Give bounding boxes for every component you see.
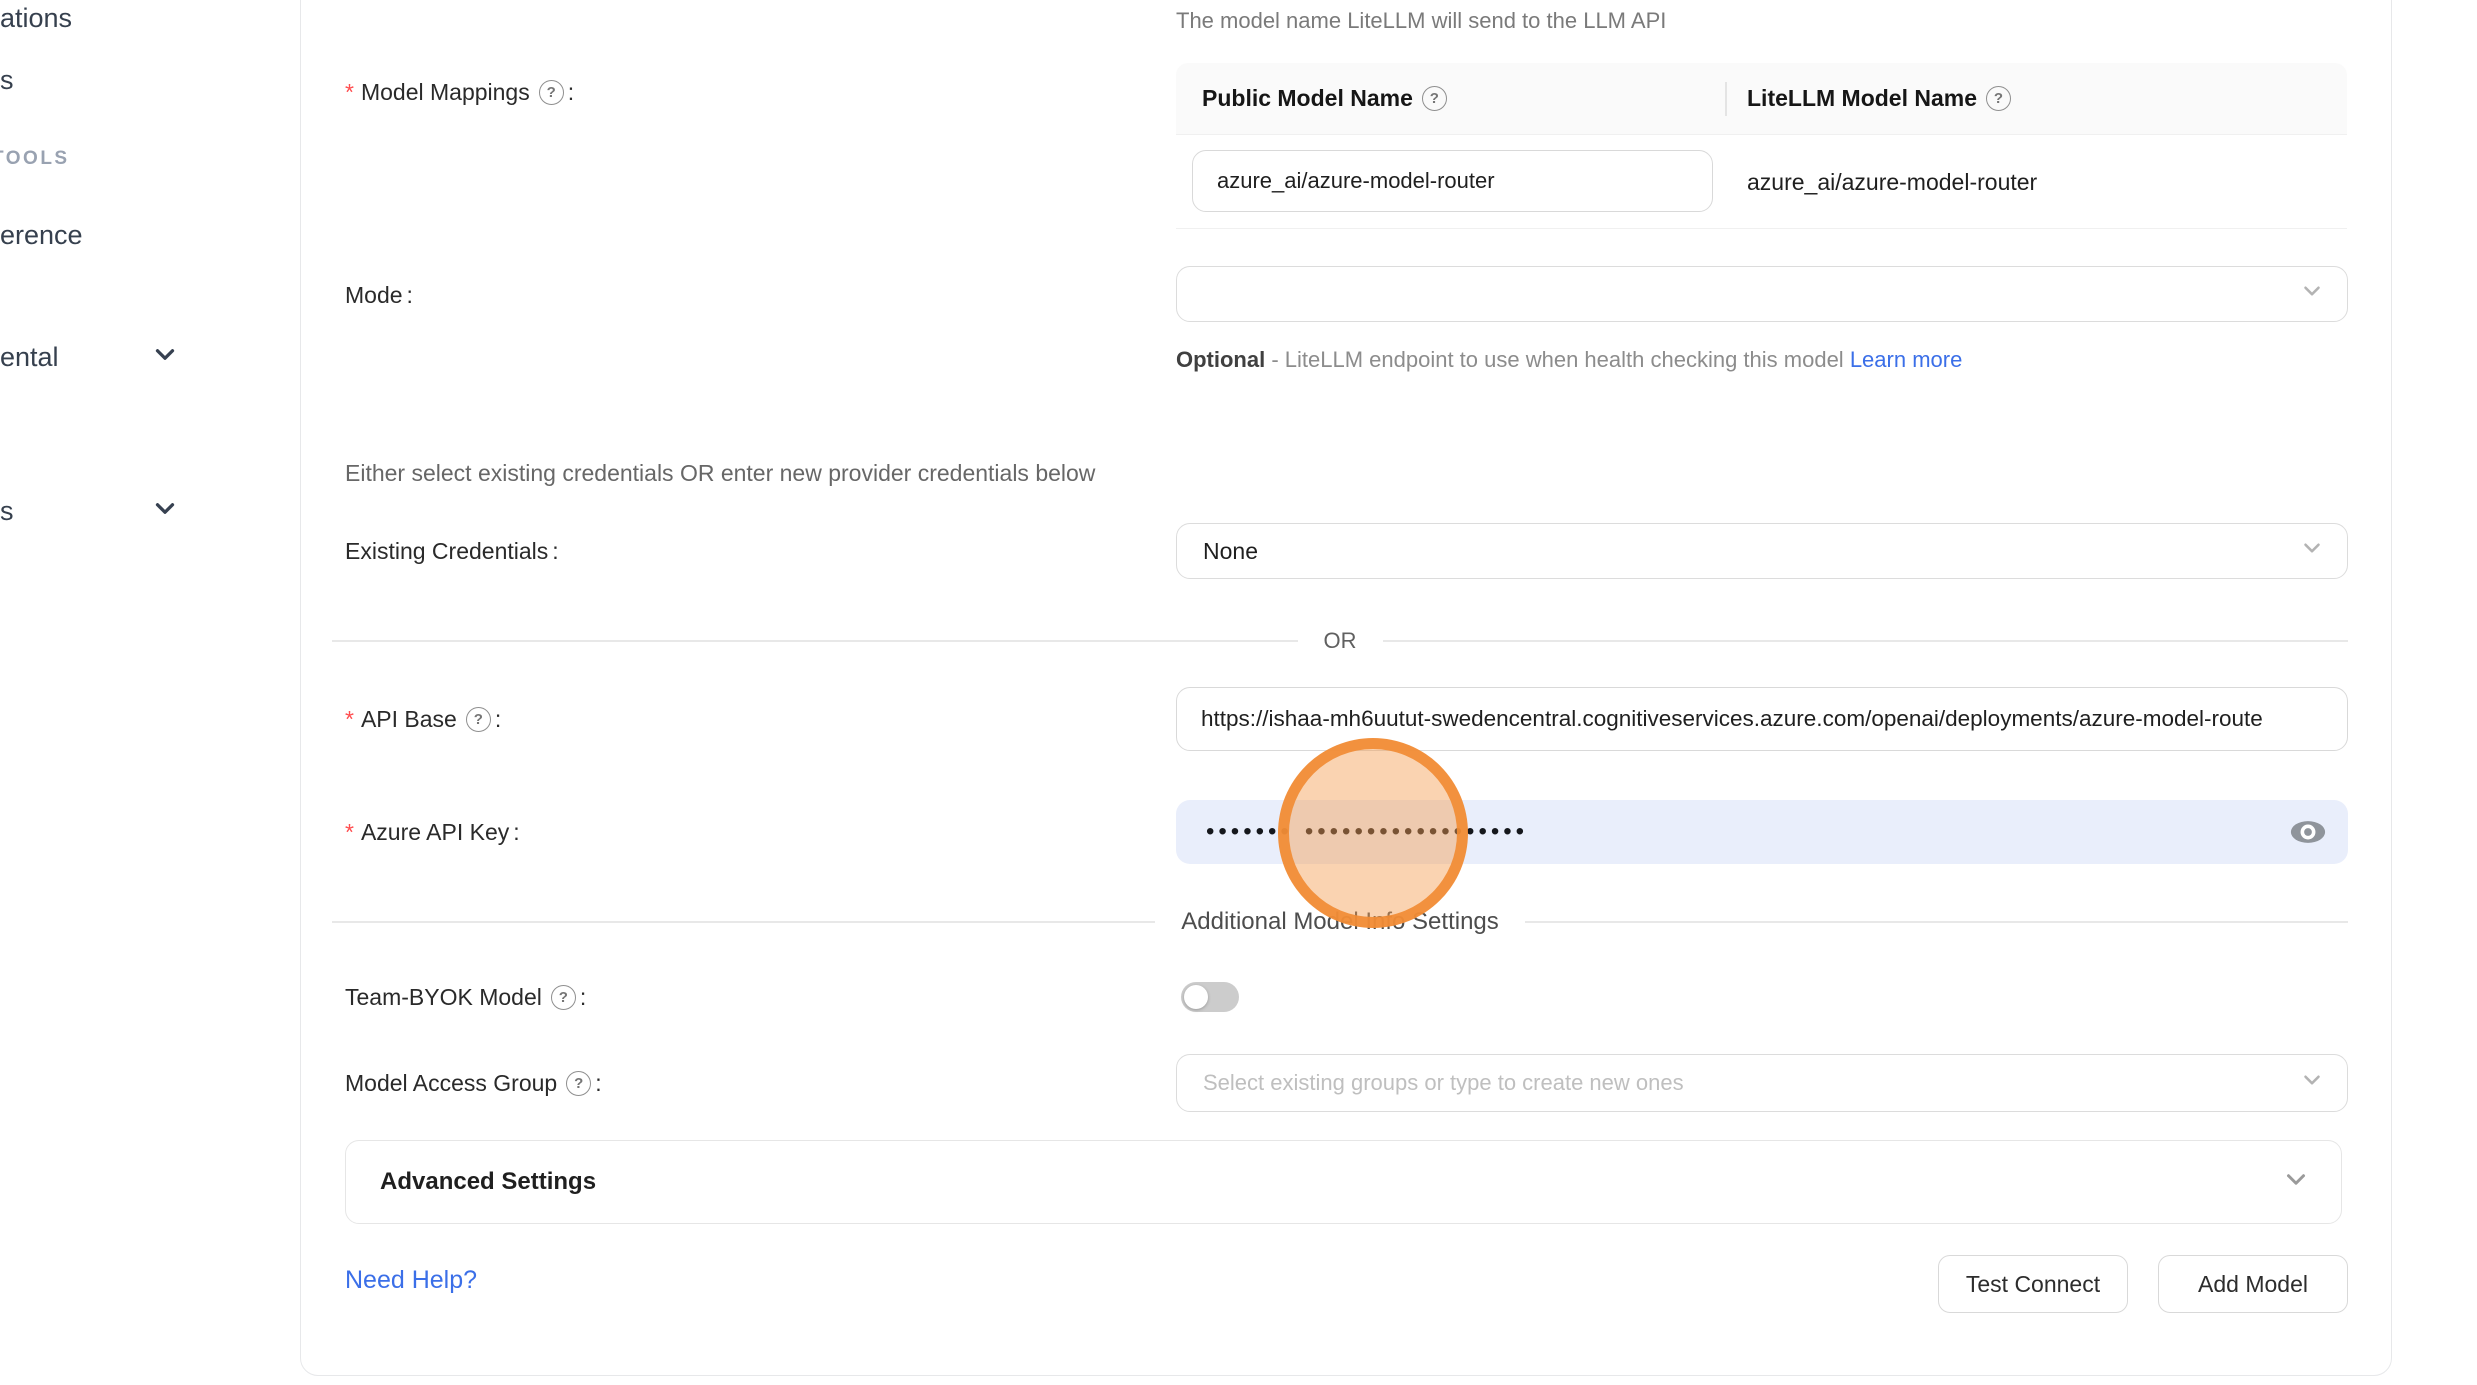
advanced-settings-panel[interactable]: Advanced Settings <box>345 1140 2342 1224</box>
help-icon[interactable]: ? <box>1422 86 1447 111</box>
chevron-down-icon <box>2299 278 2325 310</box>
existing-credentials-label: Existing Credentials : <box>345 531 559 571</box>
team-byok-label: Team-BYOK Model ? : <box>345 977 586 1017</box>
additional-settings-divider: Additional Model Info Settings <box>332 908 2348 936</box>
toggle-knob <box>1184 985 1208 1009</box>
help-icon[interactable]: ? <box>1986 86 2011 111</box>
required-asterisk: * <box>345 79 354 106</box>
help-icon[interactable]: ? <box>466 707 491 732</box>
select-placeholder: Select existing groups or type to create… <box>1203 1070 1684 1096</box>
model-mappings-table-row: azure_ai/azure-model-router azure_ai/azu… <box>1176 135 2347 229</box>
sidebar-item-label: ations <box>0 3 72 34</box>
model-access-group-label: Model Access Group ? : <box>345 1063 602 1103</box>
existing-credentials-select[interactable]: None <box>1176 523 2348 579</box>
model-mappings-table-header: Public Model Name ? LiteLLM Model Name ? <box>1176 63 2347 135</box>
azure-api-key-label: * Azure API Key : <box>345 812 520 852</box>
column-separator <box>1725 82 1727 116</box>
sidebar-item-label: s <box>0 496 14 527</box>
need-help-link[interactable]: Need Help? <box>345 1266 477 1295</box>
learn-more-link[interactable]: Learn more <box>1850 347 1963 372</box>
help-icon[interactable]: ? <box>566 1071 591 1096</box>
model-mappings-table: Public Model Name ? LiteLLM Model Name ?… <box>1176 63 2347 229</box>
sidebar-item-settings[interactable]: s <box>0 493 14 529</box>
model-access-group-select[interactable]: Select existing groups or type to create… <box>1176 1054 2348 1112</box>
api-base-input[interactable]: https://ishaa-mh6uutut-swedencentral.cog… <box>1176 687 2348 751</box>
chevron-down-icon[interactable] <box>150 340 180 375</box>
model-mappings-label: * Model Mappings ? : <box>345 72 574 112</box>
sidebar-item-experimental[interactable]: ental <box>0 339 59 375</box>
sidebar-item-label: s <box>0 65 14 96</box>
azure-api-key-input[interactable]: ••••••• •••••••••••••••••• <box>1176 800 2348 864</box>
public-model-name-input[interactable]: azure_ai/azure-model-router <box>1192 150 1713 212</box>
chevron-down-icon[interactable] <box>150 494 180 529</box>
add-model-form-screen: ations s TOOLS erence ental s The model … <box>0 0 2477 1385</box>
team-byok-toggle[interactable] <box>1181 982 1239 1012</box>
mode-label: Mode : <box>345 275 413 315</box>
sidebar-item-label: ental <box>0 342 59 373</box>
test-connect-button[interactable]: Test Connect <box>1938 1255 2128 1313</box>
required-asterisk: * <box>345 706 354 733</box>
chevron-down-icon <box>2281 1165 2311 1200</box>
litellm-model-name-header: LiteLLM Model Name ? <box>1725 63 2347 134</box>
model-name-helper-text: The model name LiteLLM will send to the … <box>1176 8 1666 34</box>
sidebar-item-reference[interactable]: erence <box>0 217 83 253</box>
sidebar-item-second[interactable]: s <box>0 62 14 98</box>
sidebar-item-top[interactable]: ations <box>0 0 72 36</box>
litellm-model-name-value: azure_ai/azure-model-router <box>1747 135 2037 229</box>
required-asterisk: * <box>345 819 354 846</box>
or-divider: OR <box>332 628 2348 654</box>
sidebar-section-tools: TOOLS <box>0 148 70 170</box>
add-model-button[interactable]: Add Model <box>2158 1255 2348 1313</box>
advanced-settings-label: Advanced Settings <box>380 1168 596 1196</box>
eye-icon[interactable] <box>2288 817 2328 847</box>
mode-select[interactable] <box>1176 266 2348 322</box>
mode-helper-text: Optional - LiteLLM endpoint to use when … <box>1176 341 1981 379</box>
credentials-note: Either select existing credentials OR en… <box>345 460 1095 487</box>
chevron-down-icon <box>2299 535 2325 567</box>
chevron-down-icon <box>2299 1067 2325 1099</box>
public-model-name-header: Public Model Name ? <box>1176 63 1725 134</box>
help-icon[interactable]: ? <box>551 985 576 1010</box>
sidebar-item-label: erence <box>0 220 83 251</box>
help-icon[interactable]: ? <box>539 80 564 105</box>
api-base-label: * API Base ? : <box>345 699 501 739</box>
